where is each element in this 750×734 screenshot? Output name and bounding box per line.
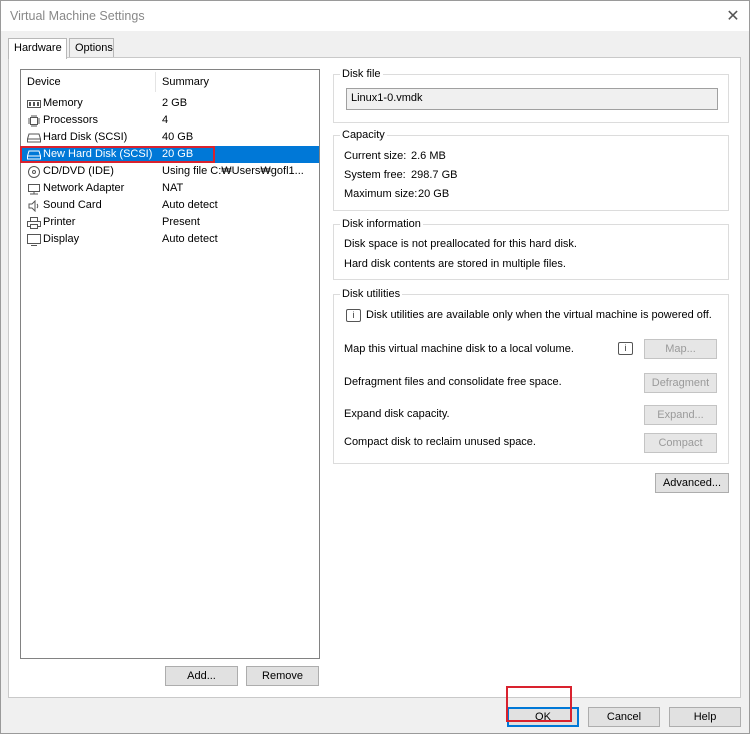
- display-icon: [26, 233, 42, 246]
- title-bar: Virtual Machine Settings ✕: [1, 1, 749, 31]
- device-name: Memory: [43, 97, 83, 109]
- disk-utilities-group: Disk utilities i Disk utilities are avai…: [333, 288, 729, 464]
- add-device-button[interactable]: Add...: [165, 666, 238, 686]
- device-row-memory[interactable]: Memory 2 GB: [21, 95, 319, 112]
- device-summary: NAT: [162, 182, 184, 194]
- sound-icon: [26, 199, 42, 212]
- help-button[interactable]: Help: [669, 707, 741, 727]
- hard-disk-icon: [26, 131, 42, 144]
- device-name: Sound Card: [43, 199, 102, 211]
- column-header-summary[interactable]: Summary: [162, 76, 209, 88]
- device-summary: Present: [162, 216, 200, 228]
- compact-description: Compact disk to reclaim unused space.: [344, 436, 536, 448]
- tab-options[interactable]: Options: [69, 38, 114, 58]
- system-free-label: System free:: [344, 169, 406, 181]
- device-row-display[interactable]: Display Auto detect: [21, 231, 319, 248]
- close-button[interactable]: ✕: [717, 1, 749, 31]
- memory-icon: [26, 97, 42, 110]
- map-description: Map this virtual machine disk to a local…: [344, 343, 574, 355]
- device-name: Network Adapter: [43, 182, 125, 194]
- device-name: Processors: [43, 114, 99, 126]
- maximum-size-label: Maximum size:: [344, 188, 418, 200]
- info-icon: i: [346, 309, 361, 322]
- device-summary: 2 GB: [162, 97, 188, 109]
- group-label: Disk information: [340, 218, 423, 230]
- device-name: Display: [43, 233, 80, 245]
- disk-info-line: Disk space is not preallocated for this …: [344, 238, 577, 250]
- printer-icon: [26, 216, 42, 229]
- device-row-processors[interactable]: Processors 4: [21, 112, 319, 129]
- group-label: Disk utilities: [340, 288, 403, 300]
- ok-button[interactable]: OK: [507, 707, 579, 727]
- disk-utilities-notice: Disk utilities are available only when t…: [366, 309, 712, 321]
- expand-button[interactable]: Expand...: [644, 405, 717, 425]
- current-size-value: 2.6 MB: [411, 150, 446, 162]
- compact-button[interactable]: Compact: [644, 433, 717, 453]
- device-list[interactable]: Device Summary Memory 2 GB Processors 4 …: [20, 69, 320, 659]
- device-row-network-adapter[interactable]: Network Adapter NAT: [21, 180, 319, 197]
- device-name: CD/DVD (IDE): [43, 165, 114, 177]
- device-summary: 40 GB: [162, 131, 194, 143]
- device-summary: Using file C:₩Users₩gofl1...: [162, 165, 304, 177]
- network-icon: [26, 182, 42, 195]
- device-summary: 20 GB: [162, 148, 194, 160]
- device-list-header: Device Summary: [21, 70, 319, 94]
- close-icon: ✕: [726, 8, 740, 25]
- device-summary: Auto detect: [162, 199, 218, 211]
- advanced-button[interactable]: Advanced...: [655, 473, 729, 493]
- disk-information-group: Disk information Disk space is not preal…: [333, 218, 729, 280]
- current-size-label: Current size:: [344, 150, 407, 162]
- device-row-hard-disk[interactable]: Hard Disk (SCSI) 40 GB: [21, 129, 319, 146]
- cd-dvd-icon: [26, 165, 42, 178]
- cancel-button[interactable]: Cancel: [588, 707, 660, 727]
- group-label: Disk file: [340, 68, 383, 80]
- defragment-button[interactable]: Defragment: [644, 373, 717, 393]
- expand-description: Expand disk capacity.: [344, 408, 450, 420]
- map-button[interactable]: Map...: [644, 339, 717, 359]
- device-row-new-hard-disk[interactable]: New Hard Disk (SCSI) 20 GB: [21, 146, 319, 163]
- capacity-group: Capacity Current size: 2.6 MB System fre…: [333, 129, 729, 211]
- processor-icon: [26, 114, 42, 127]
- remove-device-button[interactable]: Remove: [246, 666, 319, 686]
- hard-disk-icon: [26, 148, 42, 161]
- column-divider[interactable]: [155, 72, 156, 92]
- disk-info-line: Hard disk contents are stored in multipl…: [344, 258, 566, 270]
- tab-hardware[interactable]: Hardware: [8, 38, 67, 59]
- defragment-description: Defragment files and consolidate free sp…: [344, 376, 562, 388]
- device-summary: 4: [162, 114, 169, 126]
- device-row-sound-card[interactable]: Sound Card Auto detect: [21, 197, 319, 214]
- device-row-cd-dvd[interactable]: CD/DVD (IDE) Using file C:₩Users₩gofl1..…: [21, 163, 319, 180]
- maximum-size-value: 20 GB: [418, 188, 450, 200]
- device-name: New Hard Disk (SCSI): [43, 148, 153, 160]
- window-title: Virtual Machine Settings: [10, 9, 145, 23]
- disk-file-field[interactable]: Linux1-0.vmdk: [346, 88, 718, 110]
- disk-file-group: Disk file Linux1-0.vmdk: [333, 68, 729, 123]
- device-summary: Auto detect: [162, 233, 218, 245]
- device-name: Printer: [43, 216, 76, 228]
- column-header-device[interactable]: Device: [27, 76, 61, 88]
- device-name: Hard Disk (SCSI): [43, 131, 128, 143]
- info-icon[interactable]: i: [618, 342, 633, 355]
- device-row-printer[interactable]: Printer Present: [21, 214, 319, 231]
- group-label: Capacity: [340, 129, 387, 141]
- system-free-value: 298.7 GB: [411, 169, 458, 181]
